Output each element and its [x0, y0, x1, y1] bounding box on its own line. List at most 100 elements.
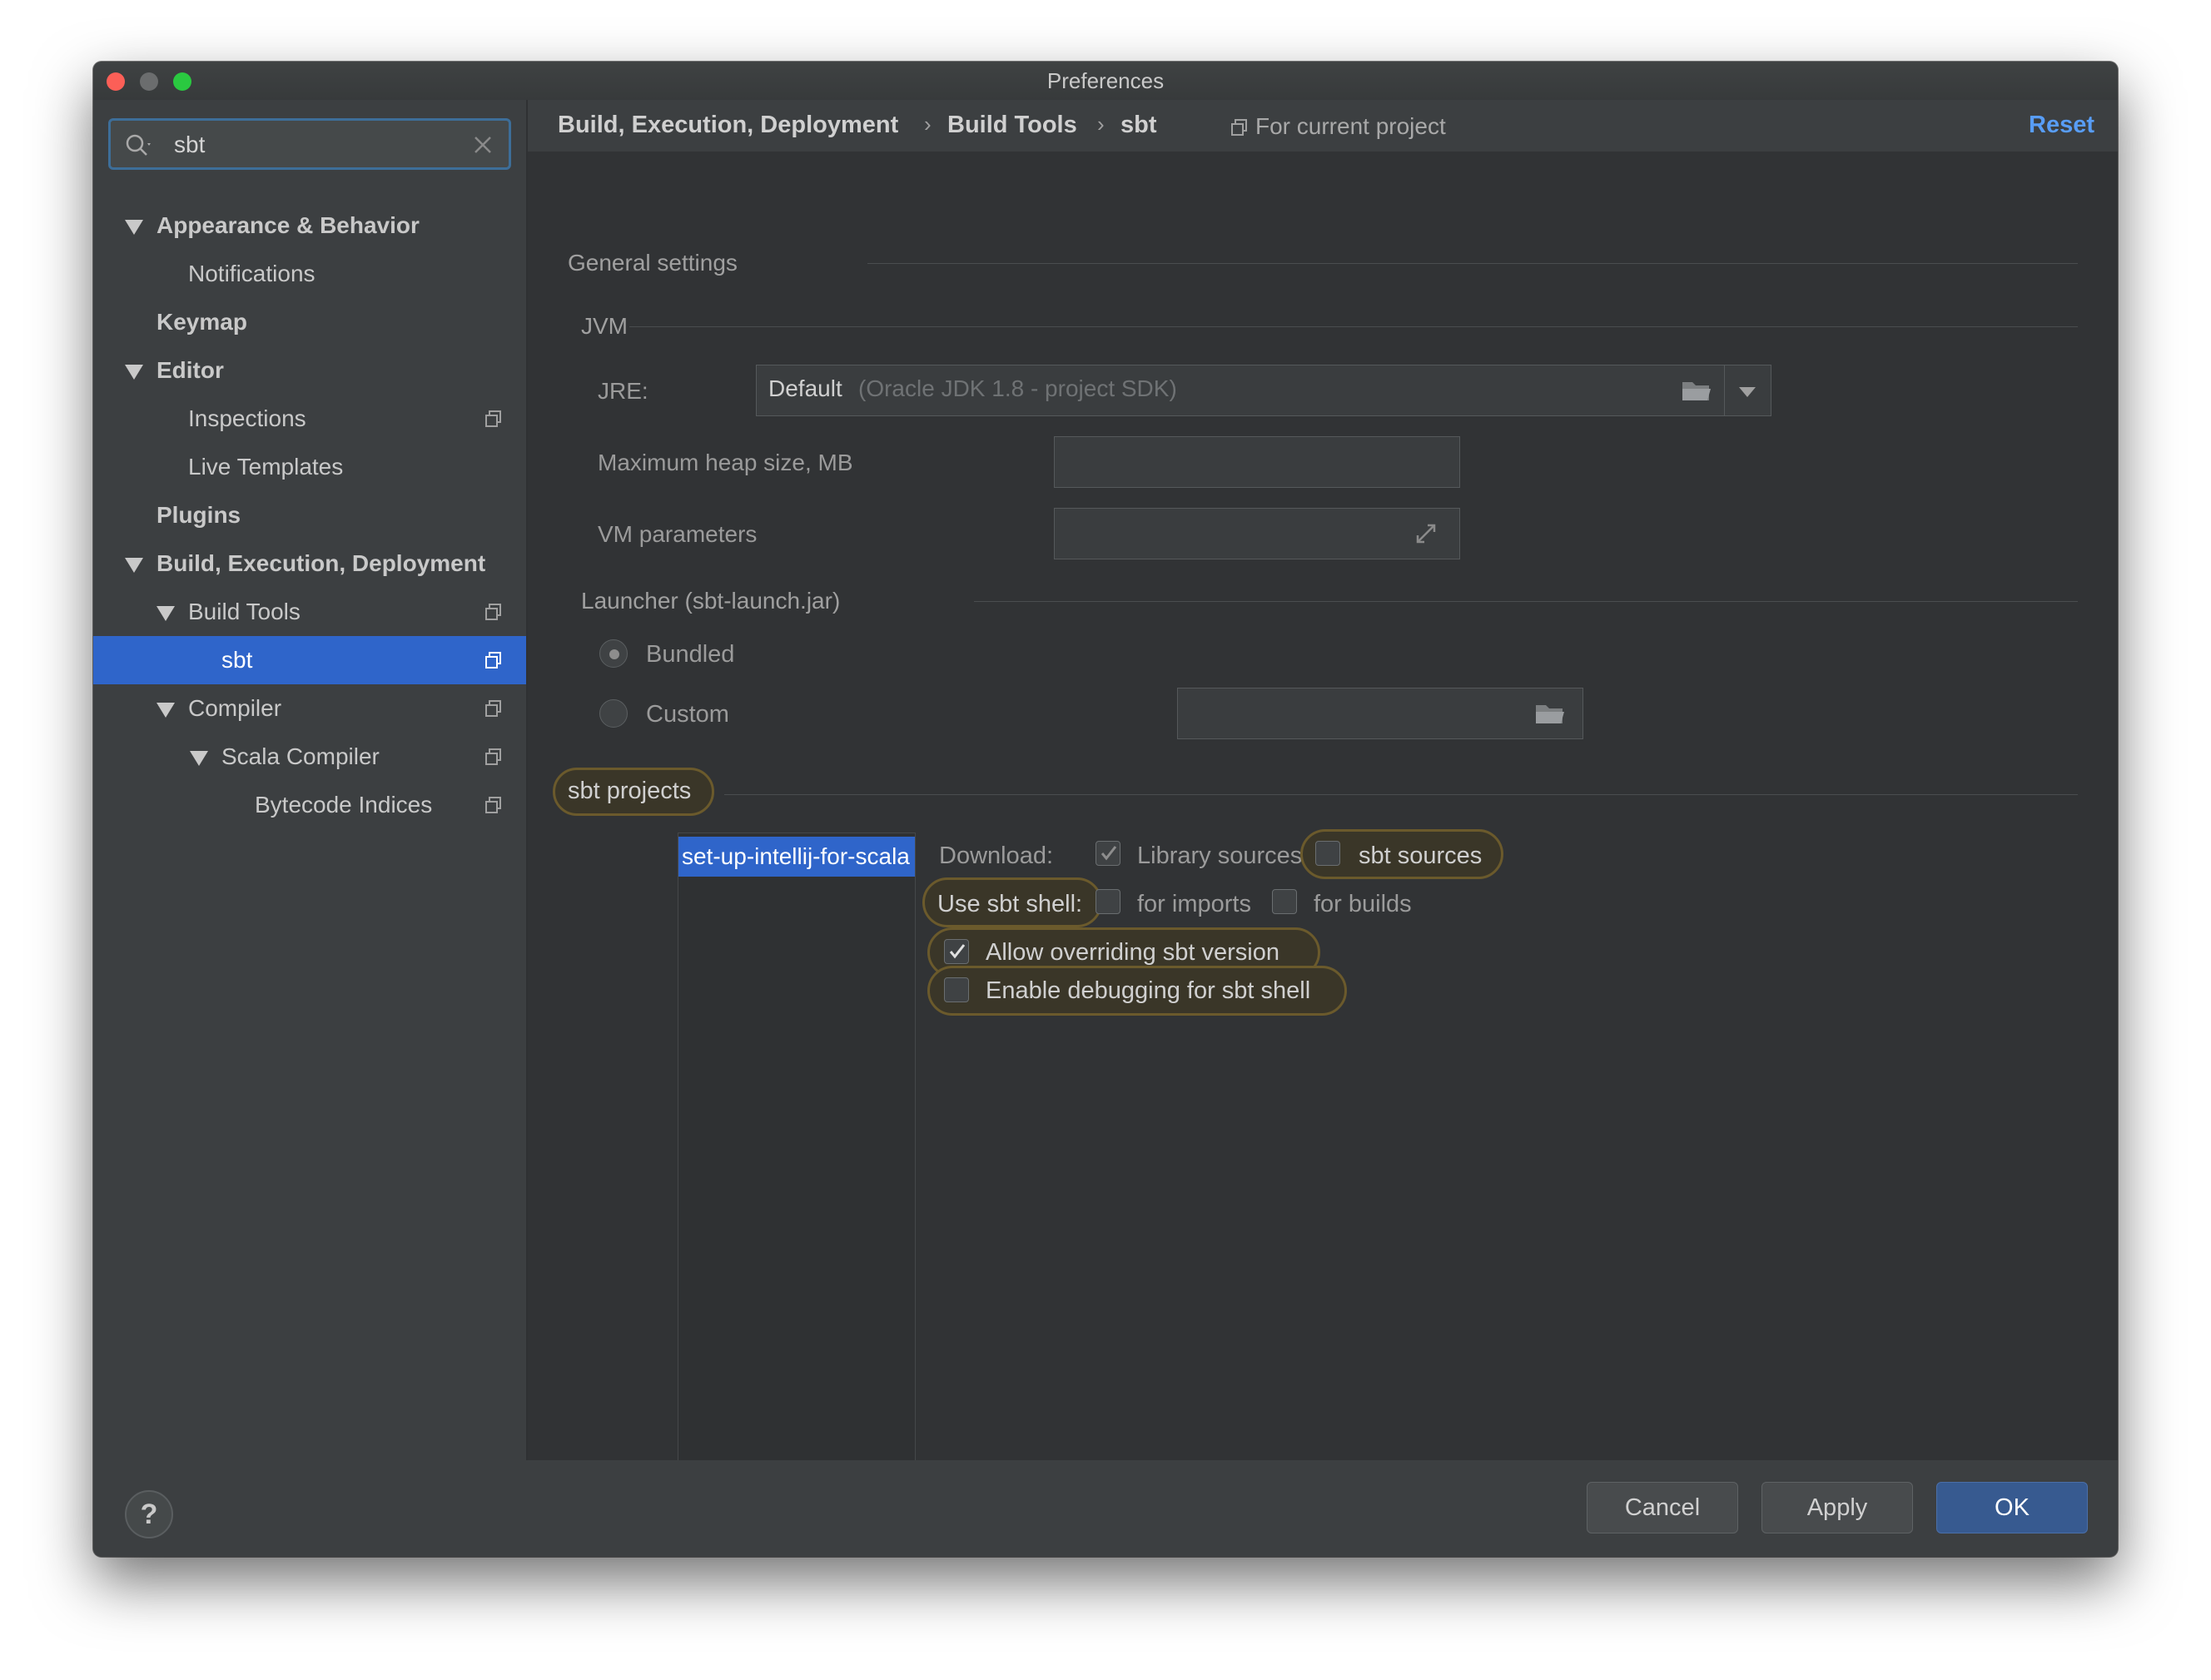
settings-content: Build, Execution, Deployment › Build Too…: [528, 100, 2118, 1499]
settings-sidebar: Appearance & Behavior Notifications Keym…: [93, 100, 528, 1460]
expanded-triangle-icon: [125, 220, 143, 235]
tree-item-build-tools[interactable]: Build Tools: [93, 588, 526, 636]
tree-item-live-templates[interactable]: Live Templates: [93, 443, 526, 491]
allow-overriding-sbt-version-checkbox[interactable]: [944, 939, 969, 964]
tree-item-keymap[interactable]: Keymap: [93, 298, 526, 346]
divider: [1724, 365, 1725, 415]
tree-item-bytecode-indices[interactable]: Bytecode Indices: [93, 781, 526, 829]
jre-detail: (Oracle JDK 1.8 - project SDK): [858, 375, 1177, 401]
tree-item-label: Notifications: [188, 261, 316, 286]
apply-button[interactable]: Apply: [1761, 1482, 1913, 1533]
shell-for-imports-checkbox[interactable]: [1096, 889, 1120, 914]
tree-item-sbt[interactable]: sbt: [93, 636, 526, 684]
close-window-button[interactable]: [107, 72, 125, 91]
project-settings-icon: [1231, 119, 1247, 136]
download-label: Download:: [939, 842, 1054, 869]
project-settings-icon: [485, 652, 501, 669]
custom-radio[interactable]: [599, 699, 628, 728]
folder-icon[interactable]: [1534, 700, 1566, 727]
expand-icon[interactable]: [1413, 520, 1439, 547]
check-icon: [949, 944, 966, 959]
tree-item-label: Keymap: [157, 309, 247, 335]
library-sources-checkbox[interactable]: [1096, 841, 1120, 866]
expanded-triangle-icon: [125, 558, 143, 573]
tree-item-compiler[interactable]: Compiler: [93, 684, 526, 733]
search-icon: [126, 134, 151, 156]
tree-item-label: Bytecode Indices: [255, 792, 433, 818]
dialog-footer: ? Cancel Apply OK: [93, 1460, 2118, 1557]
breadcrumb-item[interactable]: Build Tools: [947, 112, 1077, 139]
enable-debugging-checkbox[interactable]: [944, 977, 969, 1002]
divider: [629, 326, 2078, 327]
expanded-triangle-icon: [125, 365, 143, 380]
general-settings-title: General settings: [568, 250, 738, 276]
clear-search-icon[interactable]: [472, 134, 494, 156]
expanded-triangle-icon: [157, 606, 175, 621]
tree-item-label: Inspections: [188, 405, 306, 431]
check-icon: [1101, 846, 1117, 861]
enable-debugging-label: Enable debugging for sbt shell: [986, 977, 1311, 1004]
vm-parameters-label: VM parameters: [598, 521, 758, 547]
reset-link[interactable]: Reset: [2029, 112, 2094, 139]
project-settings-icon: [485, 797, 501, 813]
tree-item-notifications[interactable]: Notifications: [93, 250, 526, 298]
list-item[interactable]: set-up-intellij-for-scala: [678, 837, 915, 877]
vm-parameters-input[interactable]: [1054, 508, 1460, 559]
scope-label: For current project: [1255, 113, 1446, 139]
jvm-title: JVM: [581, 313, 628, 339]
tree-item-label: sbt: [221, 647, 253, 673]
custom-launcher-path-input[interactable]: [1177, 688, 1583, 739]
jre-value: Default: [768, 375, 842, 401]
bundled-radio[interactable]: [599, 639, 628, 668]
tree-item-label: Live Templates: [188, 454, 344, 480]
for-imports-label: for imports: [1137, 891, 1251, 917]
bundled-label: Bundled: [646, 641, 735, 668]
sbt-sources-checkbox[interactable]: [1315, 841, 1340, 866]
max-heap-label: Maximum heap size, MB: [598, 450, 853, 475]
max-heap-input[interactable]: [1054, 436, 1460, 488]
allow-overriding-sbt-version-label: Allow overriding sbt version: [986, 939, 1279, 966]
tree-item-appearance-behavior[interactable]: Appearance & Behavior: [93, 201, 526, 250]
breadcrumb-item[interactable]: Build, Execution, Deployment: [558, 112, 898, 139]
radio-dot: [609, 649, 619, 659]
breadcrumb-item: sbt: [1120, 112, 1157, 138]
for-builds-label: for builds: [1314, 891, 1412, 917]
project-settings-icon: [485, 604, 501, 620]
tree-item-scala-compiler[interactable]: Scala Compiler: [93, 733, 526, 781]
sbt-projects-list[interactable]: set-up-intellij-for-scala: [678, 833, 916, 1499]
tree-item-label: Build, Execution, Deployment: [157, 550, 486, 576]
expanded-triangle-icon: [190, 751, 208, 766]
chevron-down-icon[interactable]: [1739, 387, 1756, 397]
jre-combobox[interactable]: Default (Oracle JDK 1.8 - project SDK): [756, 365, 1771, 416]
tree-item-label: Scala Compiler: [221, 743, 380, 769]
search-input[interactable]: [172, 129, 459, 161]
project-settings-icon: [485, 410, 501, 427]
tree-item-build-execution-deployment[interactable]: Build, Execution, Deployment: [93, 539, 526, 588]
library-sources-label: Library sources: [1137, 842, 1303, 869]
breadcrumb-separator: ›: [1097, 112, 1105, 137]
jre-label: JRE:: [598, 378, 648, 404]
custom-label: Custom: [646, 701, 729, 728]
use-sbt-shell-label: Use sbt shell:: [937, 891, 1083, 917]
help-button[interactable]: ?: [125, 1490, 173, 1538]
project-settings-icon: [485, 748, 501, 765]
tree-item-plugins[interactable]: Plugins: [93, 491, 526, 539]
minimize-window-button[interactable]: [140, 72, 158, 91]
breadcrumb-separator: ›: [924, 112, 932, 137]
divider: [724, 794, 2078, 795]
folder-icon[interactable]: [1681, 377, 1712, 404]
shell-for-builds-checkbox[interactable]: [1272, 889, 1297, 914]
launcher-title: Launcher (sbt-launch.jar): [581, 588, 841, 614]
divider: [867, 263, 2078, 264]
tree-item-label: Plugins: [157, 502, 241, 528]
preferences-window: Preferences Appearance & Behavior Notifi…: [93, 62, 2118, 1557]
tree-item-editor[interactable]: Editor: [93, 346, 526, 395]
expanded-triangle-icon: [157, 703, 175, 718]
maximize-window-button[interactable]: [173, 72, 191, 91]
cancel-button[interactable]: Cancel: [1587, 1482, 1738, 1533]
tree-item-inspections[interactable]: Inspections: [93, 395, 526, 443]
sbt-projects-title: sbt projects: [568, 778, 692, 804]
breadcrumb: Build, Execution, Deployment › Build Too…: [528, 100, 2118, 152]
ok-button[interactable]: OK: [1936, 1482, 2088, 1533]
settings-search[interactable]: [108, 118, 511, 170]
